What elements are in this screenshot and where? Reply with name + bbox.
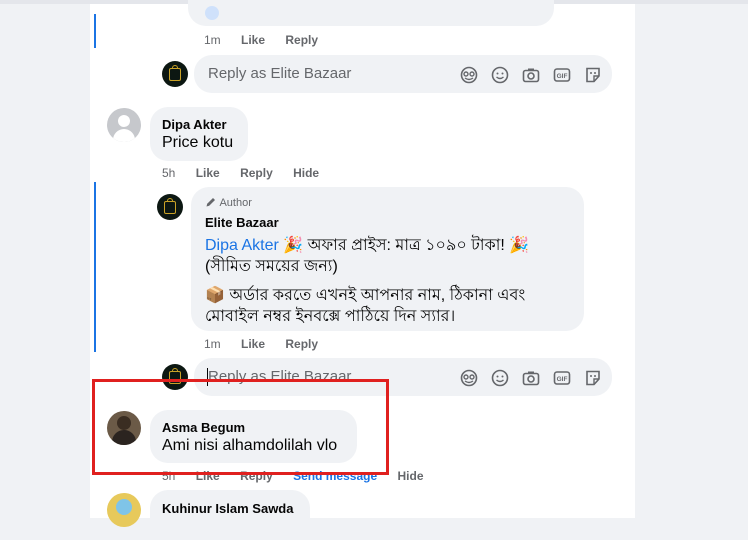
timestamp: 5h [162, 166, 176, 180]
reply-input[interactable]: Reply as Elite Bazaar GIF [194, 55, 612, 93]
reply-line-4: মোবাইল নম্বর ইনবক্সে পাঠিয়ে দিন স্যার। [205, 308, 456, 325]
bag-icon [164, 197, 176, 214]
svg-text:GIF: GIF [557, 73, 568, 80]
reply-placeholder: Reply as Elite Bazaar [208, 65, 352, 82]
reply-line-1-text: 🎉 অফার প্রাইস: মাত্র ১০৯০ টাকা! 🎉 [283, 237, 530, 254]
pencil-icon [206, 198, 215, 207]
comment-bubble: Dipa Akter Price kotu [150, 107, 248, 161]
avatar-photo-face [116, 499, 132, 515]
like-button[interactable]: Like [241, 337, 265, 351]
page-avatar[interactable] [157, 194, 183, 220]
emoji-mask-icon[interactable] [460, 66, 478, 84]
author-reply-bubble: Author Elite Bazaar Dipa Akter 🎉 অফার প্… [191, 187, 584, 331]
comment-meta: 1m Like Reply [204, 33, 318, 47]
highlight-box [92, 379, 389, 475]
reply-line-2: (সীমিত সময়ের জন্য) [205, 258, 338, 275]
smiley-icon[interactable] [491, 369, 509, 387]
sticker-icon[interactable] [584, 66, 602, 84]
person-head-icon [118, 115, 130, 127]
author-badge-label: Author [219, 197, 252, 209]
commenter-name[interactable]: Elite Bazaar [205, 215, 279, 230]
reply-button[interactable]: Reply [285, 33, 318, 47]
bag-icon [169, 64, 181, 81]
globe-icon [205, 6, 219, 20]
author-badge: Author [205, 196, 252, 209]
default-avatar[interactable] [107, 108, 141, 142]
sticker-icon[interactable] [584, 369, 602, 387]
camera-icon[interactable] [522, 369, 540, 387]
comment-text: Price kotu [162, 134, 234, 151]
mention-link[interactable]: Dipa Akter [205, 237, 279, 254]
page-avatar [162, 61, 188, 87]
gif-icon[interactable]: GIF [553, 66, 571, 84]
commenter-name[interactable]: Kuhinur Islam Sawda [162, 501, 293, 516]
hide-button[interactable]: Hide [397, 469, 423, 483]
svg-text:GIF: GIF [557, 376, 568, 383]
comment-bubble-partial [188, 0, 554, 26]
comment-meta: 1m Like Reply [204, 337, 318, 351]
timestamp: 1m [204, 33, 221, 47]
emoji-mask-icon[interactable] [460, 369, 478, 387]
gif-icon[interactable]: GIF [553, 369, 571, 387]
like-button[interactable]: Like [196, 166, 220, 180]
comment-meta: 5h Like Reply Hide [162, 166, 319, 180]
commenter-name[interactable]: Dipa Akter [162, 117, 227, 132]
like-button[interactable]: Like [241, 33, 265, 47]
camera-icon[interactable] [522, 66, 540, 84]
smiley-icon[interactable] [491, 66, 509, 84]
comment-bubble: Kuhinur Islam Sawda [150, 490, 310, 540]
reply-button[interactable]: Reply [285, 337, 318, 351]
thread-line [94, 14, 96, 48]
user-avatar[interactable] [107, 493, 141, 527]
reply-button[interactable]: Reply [240, 166, 273, 180]
thread-line [94, 182, 96, 352]
person-body-icon [113, 129, 135, 142]
hide-button[interactable]: Hide [293, 166, 319, 180]
timestamp: 1m [204, 337, 221, 351]
